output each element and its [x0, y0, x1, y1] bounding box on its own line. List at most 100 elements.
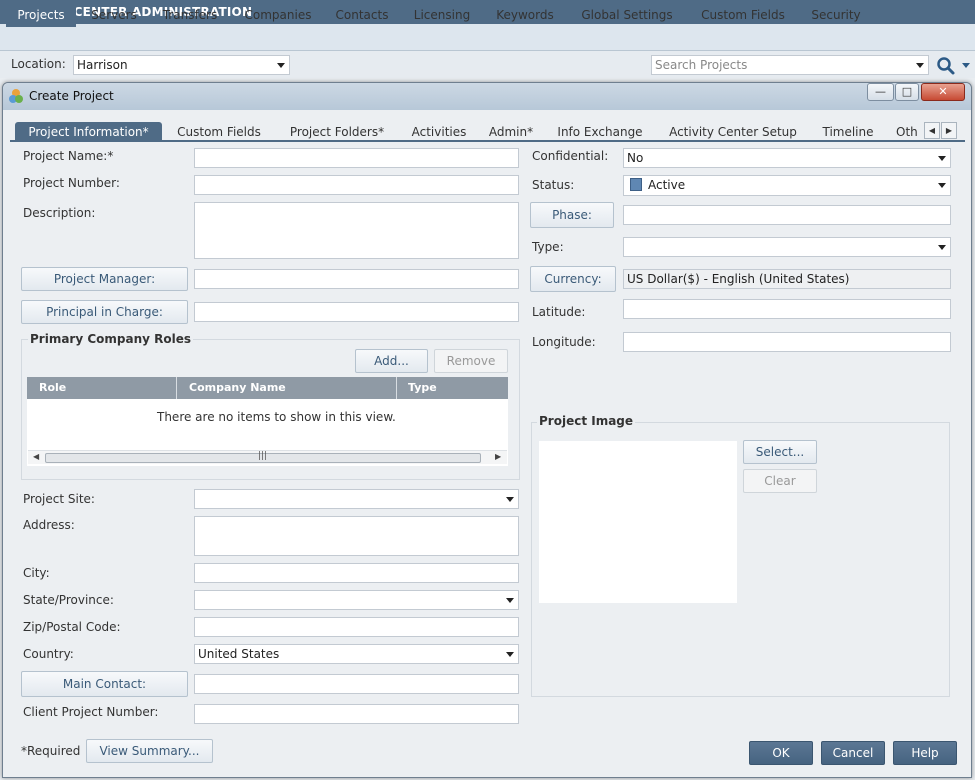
nav-tab-transfers[interactable]: Transfers [154, 5, 226, 27]
main-contact-button[interactable]: Main Contact: [21, 671, 188, 697]
client-project-number-input[interactable] [194, 704, 519, 724]
zip-postal-code-label: Zip/Postal Code: [23, 620, 121, 634]
column-header-company-name[interactable]: Company Name [189, 381, 286, 394]
help-button[interactable]: Help [893, 741, 957, 765]
view-summary-button[interactable]: View Summary... [86, 739, 213, 763]
close-icon[interactable]: ✕ [921, 83, 965, 101]
status-select[interactable]: Active [623, 175, 951, 196]
tab-activity-center-setup[interactable]: Activity Center Setup [664, 122, 802, 142]
zip-postal-code-input[interactable] [194, 617, 519, 637]
latitude-label: Latitude: [532, 305, 586, 319]
tab-info-exchange[interactable]: Info Exchange [550, 122, 650, 142]
description-textarea[interactable] [194, 202, 519, 259]
scrollbar-grip-icon: ||| [258, 451, 268, 461]
tab-scroll-left-icon[interactable]: ◀ [924, 122, 940, 139]
chevron-down-icon [506, 652, 514, 657]
state-province-select[interactable] [194, 590, 519, 610]
minimize-icon[interactable]: — [867, 83, 894, 101]
scroll-right-icon[interactable]: ▶ [495, 452, 501, 461]
project-number-input[interactable] [194, 175, 519, 195]
state-province-label: State/Province: [23, 593, 114, 607]
chevron-down-icon [938, 156, 946, 161]
nav-tab-keywords[interactable]: Keywords [488, 5, 562, 27]
primary-company-roles-title: Primary Company Roles [28, 332, 194, 346]
country-select[interactable]: United States [194, 644, 519, 664]
status-active-icon [630, 178, 642, 191]
currency-field: US Dollar($) - English (United States) [623, 269, 951, 289]
nav-tab-servers[interactable]: Servers [82, 5, 146, 27]
status-label: Status: [532, 178, 575, 192]
column-header-type[interactable]: Type [408, 381, 437, 394]
tab-timeline[interactable]: Timeline [814, 122, 882, 142]
type-select[interactable] [623, 237, 951, 257]
principal-in-charge-button[interactable]: Principal in Charge: [21, 300, 188, 324]
tab-custom-fields[interactable]: Custom Fields [170, 122, 268, 142]
scroll-left-icon[interactable]: ◀ [33, 452, 39, 461]
address-label: Address: [23, 518, 75, 532]
nav-tab-contacts[interactable]: Contacts [328, 5, 396, 27]
search-placeholder: Search Projects [655, 58, 748, 72]
chevron-down-icon [277, 63, 285, 68]
search-options-chevron-icon[interactable] [962, 63, 970, 68]
client-project-number-label: Client Project Number: [23, 705, 159, 719]
description-label: Description: [23, 206, 96, 220]
dialog-title: Create Project [29, 89, 114, 103]
tab-project-information[interactable]: Project Information* [15, 122, 162, 142]
project-site-select[interactable] [194, 489, 519, 509]
required-note: *Required [21, 744, 81, 758]
tab-project-folders[interactable]: Project Folders* [282, 122, 392, 142]
project-name-input[interactable] [194, 148, 519, 168]
country-label: Country: [23, 647, 74, 661]
confidential-select[interactable]: No [623, 148, 951, 168]
address-textarea[interactable] [194, 516, 519, 556]
column-header-role[interactable]: Role [39, 381, 66, 394]
add-role-button[interactable]: Add... [355, 349, 428, 373]
nav-tab-licensing[interactable]: Licensing [406, 5, 478, 27]
latitude-input[interactable] [623, 299, 951, 319]
type-label: Type: [532, 240, 564, 254]
nav-tab-global-settings[interactable]: Global Settings [574, 5, 680, 27]
project-site-label: Project Site: [23, 492, 95, 506]
dialog-titlebar[interactable] [3, 83, 971, 110]
location-label: Location: [11, 57, 66, 71]
principal-in-charge-input[interactable] [194, 302, 519, 322]
clear-image-button[interactable]: Clear [743, 469, 817, 493]
project-name-label: Project Name:* [23, 149, 114, 163]
country-value: United States [198, 647, 280, 661]
project-image-title: Project Image [537, 414, 636, 428]
nav-tab-security[interactable]: Security [804, 5, 868, 27]
nav-tab-projects[interactable]: Projects [6, 5, 76, 27]
chevron-down-icon [938, 245, 946, 250]
phase-input[interactable] [623, 205, 951, 225]
longitude-input[interactable] [623, 332, 951, 352]
currency-value: US Dollar($) - English (United States) [627, 272, 850, 286]
cancel-button[interactable]: Cancel [821, 741, 885, 765]
nav-tab-companies[interactable]: Companies [236, 5, 320, 27]
currency-button[interactable]: Currency: [530, 266, 616, 292]
select-image-button[interactable]: Select... [743, 440, 817, 464]
tab-admin[interactable]: Admin* [482, 122, 540, 142]
main-nav [0, 24, 975, 51]
maximize-icon[interactable]: □ [895, 83, 919, 101]
phase-button[interactable]: Phase: [530, 202, 614, 228]
project-image-preview [539, 441, 737, 603]
location-select[interactable]: Harrison [73, 55, 290, 75]
confidential-label: Confidential: [532, 149, 609, 163]
ok-button[interactable]: OK [749, 741, 813, 765]
search-projects-input[interactable]: Search Projects [651, 55, 929, 75]
project-manager-input[interactable] [194, 269, 519, 289]
nav-tab-custom-fields[interactable]: Custom Fields [694, 5, 792, 27]
main-contact-input[interactable] [194, 674, 519, 694]
longitude-label: Longitude: [532, 335, 596, 349]
remove-role-button[interactable]: Remove [434, 349, 508, 373]
location-value: Harrison [77, 58, 128, 72]
chevron-down-icon [506, 497, 514, 502]
search-icon[interactable] [936, 56, 956, 76]
app-logo-icon [8, 88, 24, 104]
tab-scroll-right-icon[interactable]: ▶ [941, 122, 957, 139]
project-manager-button[interactable]: Project Manager: [21, 267, 188, 291]
tab-other[interactable]: Oth [896, 122, 922, 142]
tab-activities[interactable]: Activities [404, 122, 474, 142]
chevron-down-icon [506, 598, 514, 603]
city-input[interactable] [194, 563, 519, 583]
